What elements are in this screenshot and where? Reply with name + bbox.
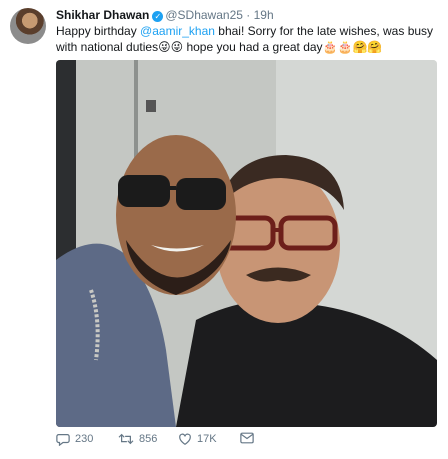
like-button[interactable]: 17K <box>178 432 217 446</box>
avatar[interactable] <box>10 8 46 44</box>
tweet-header: Shikhar Dhawan ✓ @SDhawan25 · 19h <box>56 8 274 22</box>
retweet-count: 856 <box>139 433 158 445</box>
author-name[interactable]: Shikhar Dhawan <box>56 8 149 22</box>
retweet-button[interactable]: 856 <box>118 432 157 446</box>
tweet-time[interactable]: 19h <box>254 8 274 22</box>
like-count: 17K <box>197 433 217 445</box>
selfie-photo-illustration <box>56 60 437 427</box>
like-icon <box>179 433 191 445</box>
emoji: 😜😜 <box>158 40 184 54</box>
reply-button[interactable]: 230 <box>56 432 93 446</box>
author-handle[interactable]: @SDhawan25 <box>165 8 243 22</box>
tweet-text: Happy birthday @aamir_khan bhai! Sorry f… <box>56 23 436 55</box>
message-button[interactable] <box>240 432 254 444</box>
emoji: 🎂🎂🤗🤗 <box>322 40 383 54</box>
tweet-text-part: Happy birthday <box>56 24 141 38</box>
message-icon <box>240 432 254 444</box>
tweet-actions: 230 856 17K <box>56 432 436 452</box>
tweet-text-part: hope you had a great day <box>183 40 323 54</box>
mention-link[interactable]: @aamir_khan <box>140 24 215 38</box>
retweet-icon <box>118 433 134 445</box>
tweet: Shikhar Dhawan ✓ @SDhawan25 · 19h Happy bi… <box>0 0 448 459</box>
verified-badge-icon: ✓ <box>152 11 164 22</box>
separator-dot: · <box>246 8 251 22</box>
reply-count: 230 <box>75 433 94 445</box>
reply-icon <box>56 434 70 446</box>
tweet-photo[interactable] <box>56 60 437 427</box>
